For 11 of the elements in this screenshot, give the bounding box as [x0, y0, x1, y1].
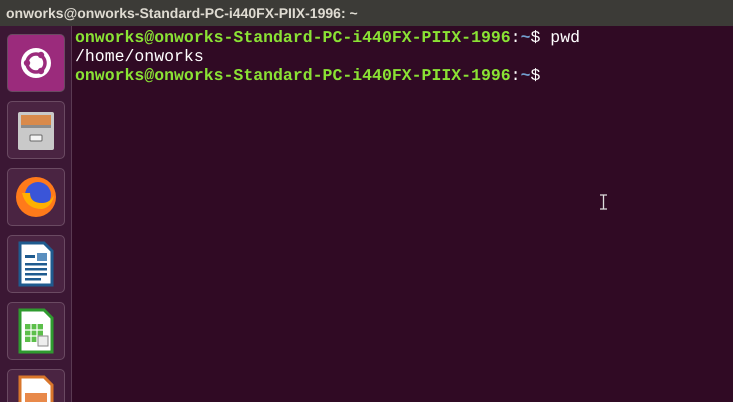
document-icon[interactable] [6, 235, 64, 293]
file-cabinet-icon[interactable] [6, 101, 64, 159]
terminal-area[interactable]: onworks@onworks-Standard-PC-i440FX-PIIX-1996:~$ pwd /home/onworks onworks@onworks-Standard-PC-i440FX-PIIX-1996:~$ [72, 26, 733, 402]
window-title: onworks@onworks-Standard-PC-i440FX-PIIX-1996: ~ [6, 4, 358, 22]
spreadsheet-icon[interactable] [6, 302, 64, 360]
prompt-line: onworks@onworks-Standard-PC-i440FX-PIIX-1996:~$ [75, 66, 540, 85]
browser-globe-icon[interactable] [6, 168, 64, 226]
prompt-line: onworks@onworks-Standard-PC-i440FX-PIIX-1996:~$ pwd [75, 28, 580, 47]
output-line: /home/onworks [75, 47, 204, 66]
ubuntu-logo-icon[interactable] [6, 34, 64, 92]
text-cursor-icon [600, 194, 607, 210]
